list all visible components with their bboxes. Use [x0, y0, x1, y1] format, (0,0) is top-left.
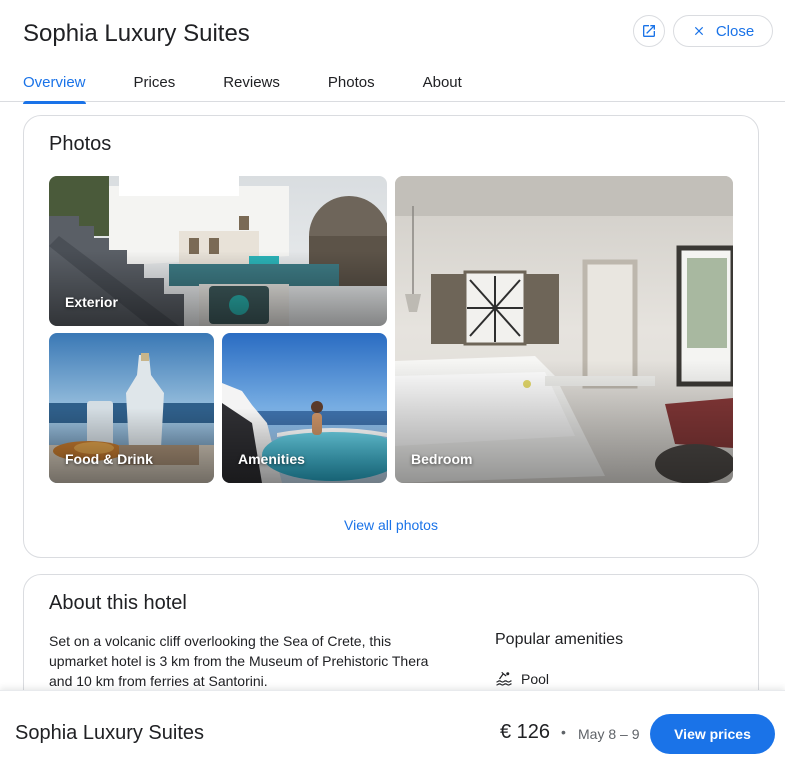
bedroom-image [395, 176, 733, 483]
tab-overview[interactable]: Overview [23, 74, 86, 104]
photo-bedroom[interactable]: Bedroom [395, 176, 733, 483]
amenity-pool: Pool [495, 671, 549, 687]
about-description: Set on a volcanic cliff overlooking the … [49, 633, 429, 689]
photo-amenities[interactable]: Amenities [222, 333, 387, 483]
about-title: About this hotel [49, 592, 187, 614]
close-label: Close [715, 22, 755, 40]
photos-card: Photos Exterior Food & Drink Amenities B… [23, 115, 759, 558]
view-all-photos-link[interactable]: View all photos [24, 517, 758, 533]
photo-label-exterior: Exterior [65, 294, 118, 310]
open-in-new-icon [643, 25, 655, 37]
photo-label-amenities: Amenities [238, 451, 305, 467]
hotel-title: Sophia Luxury Suites [23, 20, 250, 47]
photos-title: Photos [49, 133, 112, 155]
booking-separator: • [561, 724, 566, 740]
tab-bar: Overview Prices Reviews Photos About [23, 74, 510, 104]
photo-exterior[interactable]: Exterior [49, 176, 387, 326]
tab-reviews[interactable]: Reviews [223, 74, 280, 101]
tab-about[interactable]: About [423, 74, 462, 101]
view-prices-button[interactable]: View prices [650, 714, 775, 754]
close-button[interactable]: Close [673, 15, 773, 47]
photo-food-drink[interactable]: Food & Drink [49, 333, 214, 483]
hotel-header: Sophia Luxury Suites Close Overview Pric… [0, 0, 785, 104]
amenities-title: Popular amenities [495, 631, 624, 648]
close-icon [694, 26, 703, 36]
pool-icon [496, 671, 512, 686]
open-in-new-button[interactable] [633, 15, 665, 47]
booking-price: € 126 [500, 721, 551, 743]
tab-photos[interactable]: Photos [328, 74, 375, 101]
amenity-label: Pool [521, 671, 550, 687]
booking-bar: Sophia Luxury Suites € 126 • May 8 – 9 V… [0, 690, 785, 765]
photo-label-food-drink: Food & Drink [65, 451, 153, 467]
booking-dates[interactable]: May 8 – 9 [578, 726, 639, 742]
tab-prices[interactable]: Prices [134, 74, 176, 101]
booking-hotel-name: Sophia Luxury Suites [15, 722, 205, 744]
photo-label-bedroom: Bedroom [411, 451, 473, 467]
